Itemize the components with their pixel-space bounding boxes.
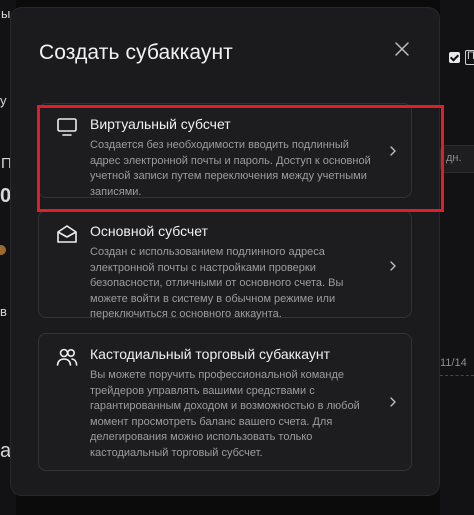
chevron-right-icon <box>390 146 396 156</box>
modal-title: Создать субаккаунт <box>39 41 233 64</box>
option-title: Кастодиальный торговый субаккаунт <box>90 346 331 362</box>
background-dashed-line <box>440 375 474 376</box>
background-checkbox-label: П <box>467 50 474 62</box>
option-title: Виртуальный субсчет <box>90 116 231 132</box>
background-date-text: 11/14 <box>440 357 467 369</box>
close-icon <box>395 42 409 56</box>
close-button[interactable] <box>393 40 411 58</box>
background-checkbox[interactable] <box>449 52 460 63</box>
background-text-fragment: ы <box>1 6 11 21</box>
background-period-text: дн. <box>446 152 462 164</box>
option-description: Вы можете поручить профессиональной кома… <box>90 369 360 459</box>
background-text-fragment: в <box>0 304 7 319</box>
create-subaccount-modal: Создать субаккаунт Виртуальный субсчет С… <box>10 7 444 496</box>
chevron-right-icon <box>390 397 396 407</box>
background-right-panel <box>440 0 474 515</box>
option-description: Создается без необходимости вводить подл… <box>90 139 371 198</box>
background-text-fragment: у <box>0 93 7 108</box>
option-virtual-subaccount[interactable]: Виртуальный субсчет Создается без необхо… <box>38 103 412 198</box>
monitor-icon <box>57 118 77 136</box>
page: ы у П 0 в а П дн. 11/14 Создать субаккау… <box>0 0 474 515</box>
option-main-subaccount[interactable]: Основной субсчет Создан с использованием… <box>38 210 412 320</box>
users-icon <box>56 348 78 366</box>
chevron-right-icon <box>390 261 396 271</box>
option-description: Создан с использованием подлинного адрес… <box>90 246 344 320</box>
envelope-icon <box>57 225 77 243</box>
option-title: Основной субсчет <box>90 223 208 239</box>
option-custodial-trading-subaccount[interactable]: Кастодиальный торговый субаккаунт Вы мож… <box>38 333 412 471</box>
